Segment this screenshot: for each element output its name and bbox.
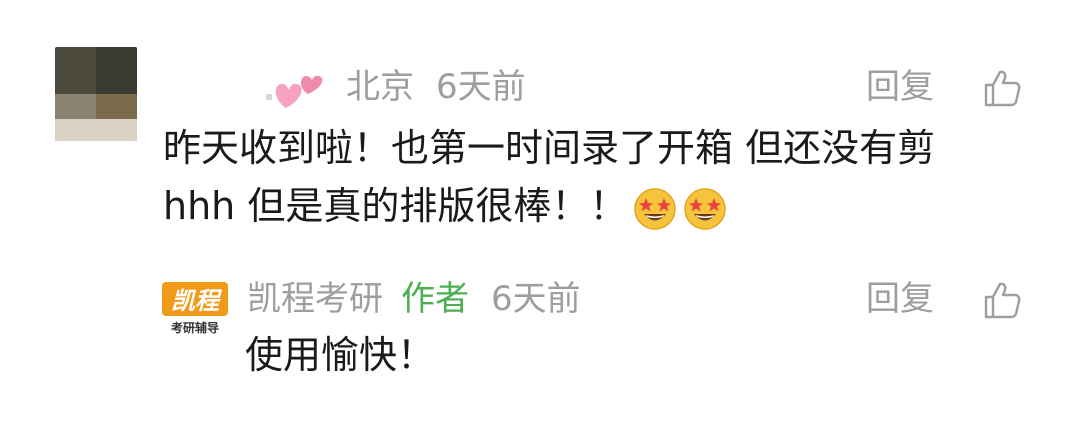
- avatar-blur-block: [55, 119, 137, 141]
- comment-text-line: hhh 但是真的排版很棒！！: [163, 177, 935, 235]
- avatar-blur-block: [55, 47, 96, 94]
- comment-text-fragment: hhh 但是真的排版很棒！！: [163, 184, 628, 228]
- comment-text-line: 昨天收到啦！也第一时间录了开箱 但还没有剪: [163, 126, 936, 170]
- comment-text: 昨天收到啦！也第一时间录了开箱 但还没有剪 hhh 但是真的排版很棒！！: [163, 119, 935, 235]
- reply-button[interactable]: 回复: [866, 282, 934, 316]
- avatar-blur-block: [96, 94, 137, 119]
- logo-main-text: 凯程: [171, 287, 223, 315]
- star-struck-icon: [634, 187, 677, 230]
- comment-meta: 北京 6天前: [262, 62, 526, 112]
- comment-location: 北京: [346, 67, 414, 107]
- author-avatar-logo[interactable]: 凯程 考研辅导: [160, 278, 230, 338]
- comment-username[interactable]: 凯程考研: [247, 282, 383, 316]
- author-badge: 作者: [401, 279, 469, 319]
- thumbs-up-icon[interactable]: [982, 68, 1022, 108]
- thumbs-up-icon[interactable]: [982, 280, 1022, 320]
- comment-text: 使用愉快！: [245, 333, 436, 377]
- hearts-badge-icon: [266, 75, 323, 108]
- emoji-group: [633, 187, 727, 231]
- logo-sub-text: 考研辅导: [171, 320, 219, 335]
- reply-button[interactable]: 回复: [866, 70, 934, 104]
- comment-meta: 凯程考研 作者 6天前: [247, 274, 581, 324]
- user-avatar[interactable]: [55, 47, 137, 141]
- avatar-blur-block: [96, 47, 137, 94]
- star-struck-icon: [684, 187, 727, 230]
- avatar-blur-block: [55, 94, 96, 119]
- comment-time: 6天前: [491, 279, 581, 319]
- comment-time: 6天前: [436, 67, 526, 107]
